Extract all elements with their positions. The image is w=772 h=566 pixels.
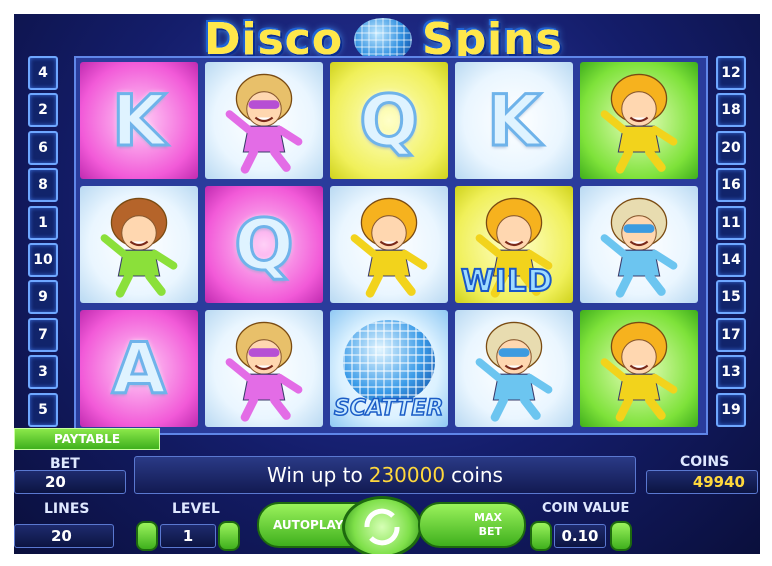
dancer-yellow-man-icon <box>589 67 689 175</box>
wild-label: WILD <box>460 263 554 300</box>
max-bet-button[interactable]: MAX BET <box>418 502 526 548</box>
payline-badge-1[interactable]: 1 <box>28 205 58 240</box>
reel-2-row-1-symbol <box>205 62 323 179</box>
payline-badge-10[interactable]: 10 <box>28 243 58 277</box>
payline-badge-14[interactable]: 14 <box>716 243 746 277</box>
coins-label: COINS <box>680 454 730 470</box>
payline-badge-17[interactable]: 17 <box>716 317 746 352</box>
coin-value-increase-button[interactable] <box>610 521 632 551</box>
coins-value: 49940 <box>646 470 758 494</box>
reel-3-row-2-symbol <box>330 186 448 303</box>
dancer-blue-man-icon <box>589 191 689 299</box>
payline-badge-5[interactable]: 5 <box>28 392 58 427</box>
payline-badge-15[interactable]: 15 <box>716 280 746 315</box>
spin-arrows-icon <box>364 508 400 546</box>
reel-3-row-1-symbol: Q <box>330 62 448 179</box>
scatter-label: SCATTER <box>333 395 444 422</box>
symbol-letter: A <box>110 326 167 411</box>
dancer-purple-lady-icon <box>214 315 314 423</box>
payline-badge-9[interactable]: 9 <box>28 280 58 315</box>
coin-value-decrease-button[interactable] <box>530 521 552 551</box>
symbol-letter: K <box>485 78 542 163</box>
symbol-letter: K <box>110 78 167 163</box>
max-bet-line-1: MAX <box>474 511 502 524</box>
reel-1-row-2-symbol <box>80 186 198 303</box>
reel-5-row-3-symbol <box>580 310 698 427</box>
payline-badge-20[interactable]: 20 <box>716 130 746 165</box>
dancer-purple-lady-icon <box>214 67 314 175</box>
max-bet-line-2: BET <box>478 525 502 538</box>
payline-badge-3[interactable]: 3 <box>28 355 58 390</box>
bet-value: 20 <box>14 470 126 494</box>
payline-badge-19[interactable]: 19 <box>716 392 746 427</box>
payline-badge-8[interactable]: 8 <box>28 168 58 203</box>
reels-grid: K A Q Q SCATTER K WILD <box>74 56 708 435</box>
reel-2-row-2-symbol: Q <box>205 186 323 303</box>
lines-value: 20 <box>14 524 114 548</box>
dancer-blue-man-icon <box>464 315 564 423</box>
symbol-letter: Q <box>358 78 420 163</box>
spin-button[interactable] <box>342 496 422 554</box>
payline-badge-11[interactable]: 11 <box>716 205 746 240</box>
symbol-letter: Q <box>233 202 295 287</box>
level-increase-button[interactable] <box>218 521 240 551</box>
level-value: 1 <box>160 524 216 548</box>
win-message-prefix: Win up to <box>267 463 363 487</box>
reel-4-row-1-symbol: K <box>455 62 573 179</box>
level-decrease-button[interactable] <box>136 521 158 551</box>
dancer-green-girl-icon <box>89 191 189 299</box>
reel-5-row-2-symbol <box>580 186 698 303</box>
payline-badge-2[interactable]: 2 <box>28 93 58 128</box>
reel-4-row-2-symbol: WILD <box>455 186 573 303</box>
payline-badge-4[interactable]: 4 <box>28 56 58 90</box>
reel-3-row-3-symbol: SCATTER <box>330 310 448 427</box>
reel-2-row-3-symbol <box>205 310 323 427</box>
coin-value-label: COIN VALUE <box>542 501 630 516</box>
slot-game: Disco Spins 4 2 6 8 1 10 9 7 3 5 12 18 20 16 11 14 15 17… <box>14 14 760 554</box>
paytable-button[interactable]: PAYTABLE <box>14 428 160 450</box>
level-label: LEVEL <box>172 501 220 517</box>
payline-badge-16[interactable]: 16 <box>716 168 746 203</box>
win-message-amount: 230000 <box>368 463 446 487</box>
reel-5-row-1-symbol <box>580 62 698 179</box>
payline-badge-6[interactable]: 6 <box>28 130 58 165</box>
coin-value-value: 0.10 <box>554 524 606 548</box>
dancer-yellow-man-icon <box>589 315 689 423</box>
payline-badge-7[interactable]: 7 <box>28 317 58 352</box>
dancer-yellow-man-icon <box>339 191 439 299</box>
payline-badge-13[interactable]: 13 <box>716 355 746 390</box>
reel-1-row-3-symbol: A <box>80 310 198 427</box>
payline-badge-18[interactable]: 18 <box>716 93 746 128</box>
disco-ball-icon <box>343 319 435 404</box>
payline-badge-12[interactable]: 12 <box>716 56 746 90</box>
win-message-suffix: coins <box>451 463 503 487</box>
lines-label: LINES <box>44 501 90 517</box>
reel-1-row-1-symbol: K <box>80 62 198 179</box>
reel-4-row-3-symbol <box>455 310 573 427</box>
win-message: Win up to 230000 coins <box>134 456 636 494</box>
